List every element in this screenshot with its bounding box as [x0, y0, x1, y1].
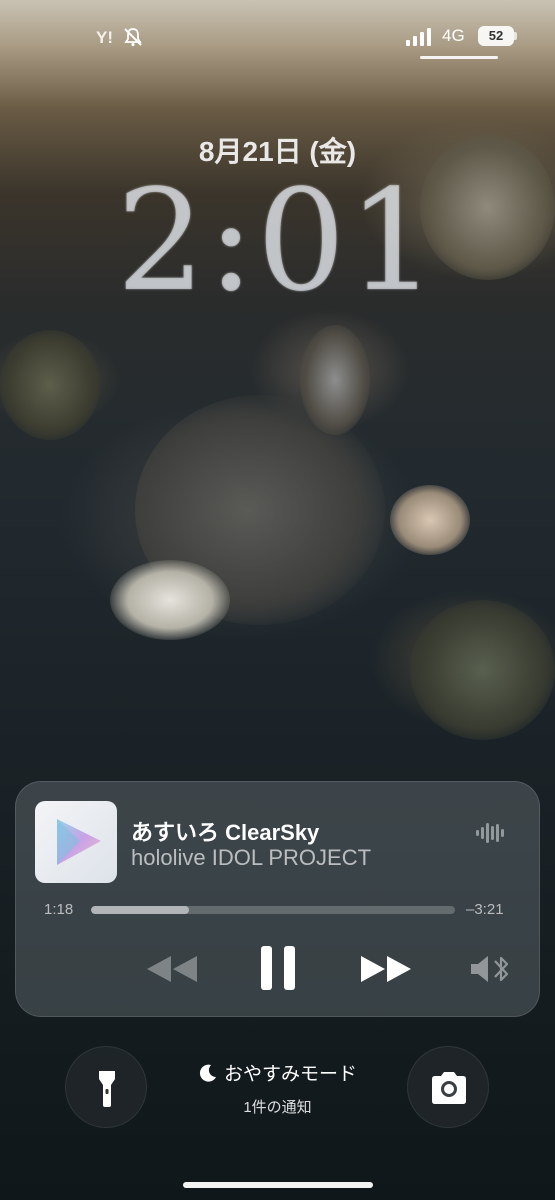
camera-button[interactable]: [407, 1046, 489, 1128]
album-art[interactable]: [35, 801, 117, 883]
fast-forward-icon[interactable]: [359, 952, 413, 986]
album-art-play-icon: [57, 819, 101, 865]
moon-icon: [198, 1063, 218, 1086]
lockscreen-time: 2:01: [116, 160, 439, 323]
rewind-icon[interactable]: [145, 952, 199, 986]
bell-slash-icon: [124, 28, 142, 47]
background-fish: [300, 325, 370, 435]
background-fish: [0, 330, 100, 440]
battery-icon: 52: [478, 26, 514, 46]
elapsed-time: 1:18: [44, 901, 74, 918]
battery-tip: [514, 32, 517, 40]
pause-icon[interactable]: [259, 944, 297, 992]
carrier-label: Y!: [96, 28, 113, 47]
speaker-bluetooth-icon[interactable]: [469, 952, 513, 986]
background-fish: [410, 600, 555, 740]
remaining-time: –3:21: [466, 901, 504, 918]
home-indicator[interactable]: [183, 1182, 373, 1188]
background-fish: [110, 560, 230, 640]
focus-mode-label: おやすみモード: [223, 1064, 357, 1085]
background-fish: [390, 485, 470, 555]
song-title: あすいろ ClearSky: [131, 820, 320, 845]
progress-scrubber[interactable]: [91, 906, 455, 914]
song-artist: hololive IDOL PROJECT: [131, 845, 372, 870]
now-playing-widget[interactable]: あすいろ ClearSky hololive IDOL PROJECT 1:18…: [15, 781, 540, 1017]
progress-fill: [91, 906, 190, 914]
status-bar: Y! 4G 52: [0, 0, 555, 60]
network-label: 4G: [442, 26, 465, 45]
control-center-indicator[interactable]: [420, 56, 498, 59]
signal-icon: [406, 28, 434, 46]
waveform-icon[interactable]: [476, 822, 506, 844]
camera-icon: [432, 1072, 466, 1104]
